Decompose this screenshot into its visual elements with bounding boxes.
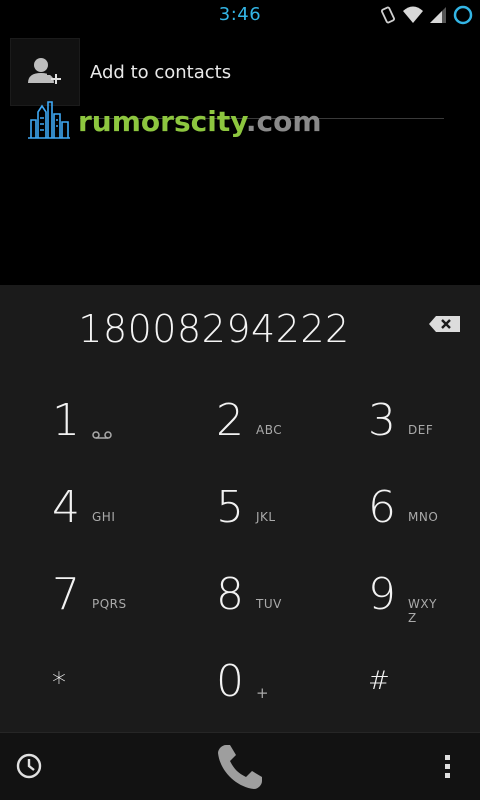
key-digit: 3 (368, 395, 396, 446)
status-bar: 3:46 (0, 0, 480, 30)
key-letters: + (256, 684, 270, 702)
wifi-icon (402, 5, 424, 25)
key-0[interactable]: 0 + (164, 638, 314, 724)
key-9[interactable]: 9 WXYZ (320, 551, 470, 637)
key-digit: 4 (52, 482, 80, 533)
key-digit: # (368, 666, 390, 696)
overflow-menu-button[interactable] (432, 747, 464, 787)
vibrate-icon (378, 5, 398, 25)
city-skyline-icon (26, 98, 72, 144)
add-contact-icon (10, 38, 80, 106)
key-6[interactable]: 6 MNO (320, 464, 470, 550)
dialed-number: 18008294222 (78, 307, 350, 351)
key-3[interactable]: 3 DEF (320, 377, 470, 463)
key-5[interactable]: 5 JKL (164, 464, 314, 550)
dialer-screen: 3:46 Add to contacts rumorscity.com 1800… (0, 0, 480, 800)
key-letters: DEF (408, 423, 434, 437)
key-4[interactable]: 4 GHI (6, 464, 156, 550)
key-digit: 8 (216, 569, 244, 620)
watermark-text: rumorscity.com (78, 105, 322, 138)
call-history-icon (16, 753, 42, 779)
call-button[interactable] (196, 739, 284, 795)
key-2[interactable]: 2 ABC (164, 377, 314, 463)
key-letters: PQRS (92, 597, 127, 611)
key-1[interactable]: 1 (6, 377, 156, 463)
overflow-menu-icon (445, 755, 450, 778)
digits-field[interactable]: 18008294222 (0, 285, 480, 375)
backspace-icon (429, 316, 460, 332)
key-hash[interactable]: # (320, 638, 470, 724)
phone-icon (218, 745, 262, 789)
battery-ring-icon (452, 4, 474, 26)
call-history-button[interactable] (8, 747, 52, 787)
key-letters: GHI (92, 510, 116, 524)
key-digit: * (52, 666, 66, 699)
key-letters: WXYZ (408, 597, 437, 625)
key-star[interactable]: * (6, 638, 156, 724)
backspace-button[interactable] (428, 315, 468, 345)
key-letters: TUV (256, 597, 282, 611)
bottom-action-bar (0, 732, 480, 800)
add-to-contacts-label: Add to contacts (90, 62, 232, 83)
voicemail-icon (92, 429, 112, 443)
key-8[interactable]: 8 TUV (164, 551, 314, 637)
status-icons (378, 4, 474, 26)
key-letters: MNO (408, 510, 439, 524)
key-digit: 0 (216, 656, 244, 707)
key-letters: JKL (256, 510, 276, 524)
dialpad-panel: 18008294222 1 2 ABC 3 DEF 4 GHI 5 JKL 6 … (0, 285, 480, 732)
key-letters: ABC (256, 423, 283, 437)
key-digit: 5 (216, 482, 244, 533)
key-digit: 2 (216, 395, 244, 446)
signal-icon (428, 5, 448, 25)
watermark: rumorscity.com (26, 100, 322, 142)
watermark-main: rumorscity (78, 104, 246, 138)
key-digit: 6 (368, 482, 396, 533)
key-7[interactable]: 7 PQRS (6, 551, 156, 637)
watermark-suffix: .com (245, 104, 322, 138)
key-digit: 1 (52, 395, 80, 446)
key-digit: 9 (368, 569, 396, 620)
key-digit: 7 (52, 569, 80, 620)
